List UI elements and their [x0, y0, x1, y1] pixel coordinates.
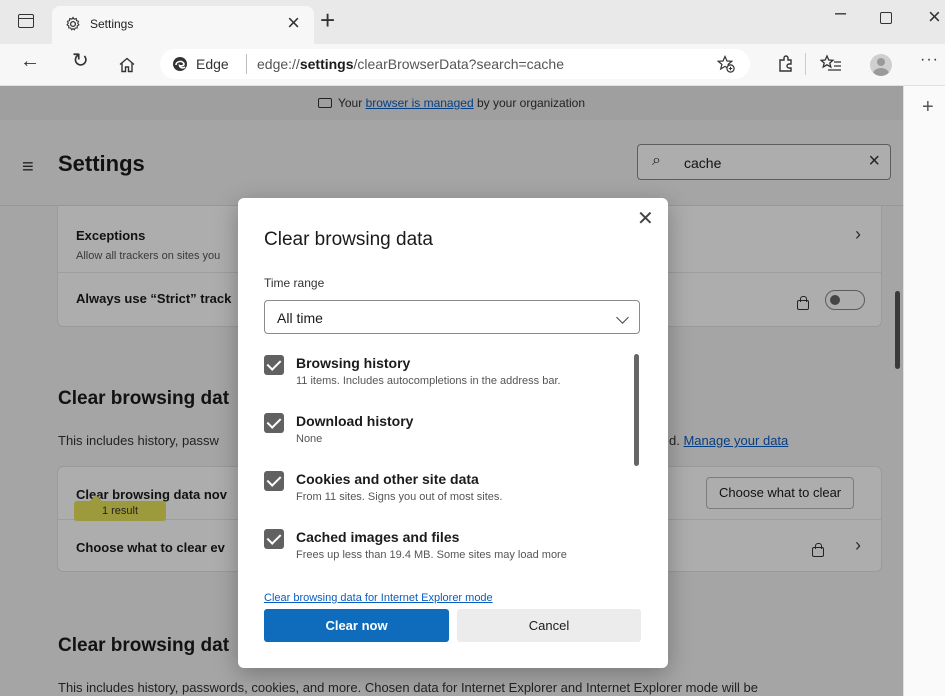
chevron-down-icon [616, 311, 629, 324]
add-favorite-icon[interactable] [717, 55, 735, 73]
edge-sidebar: + [903, 86, 945, 696]
option-title: Cached images and files [296, 529, 460, 545]
clear-now-button[interactable]: Clear now [264, 609, 449, 642]
checkbox-download-history[interactable] [264, 413, 284, 433]
add-sidebar-item-icon[interactable]: + [922, 96, 934, 119]
option-title: Browsing history [296, 355, 411, 371]
checkbox-cookies[interactable] [264, 471, 284, 491]
address-bar[interactable]: Edge edge://settings/clearBrowserData?se… [160, 49, 750, 79]
browser-toolbar: ← ↻ Edge edge://settings/clearBrowserDat… [0, 44, 945, 86]
address-brand: Edge [196, 56, 229, 72]
option-subtitle: Frees up less than 19.4 MB. Some sites m… [296, 549, 567, 561]
address-url[interactable]: edge://settings/clearBrowserData?search=… [257, 56, 564, 72]
back-icon[interactable]: ← [20, 51, 40, 71]
dialog-scrollbar[interactable] [634, 354, 639, 466]
refresh-icon[interactable]: ↻ [72, 51, 89, 71]
cancel-button[interactable]: Cancel [457, 609, 641, 642]
more-options-icon[interactable]: ··· [920, 52, 939, 68]
option-title: Download history [296, 413, 414, 429]
tab-title: Settings [90, 17, 134, 31]
option-subtitle: From 11 sites. Signs you out of most sit… [296, 491, 503, 503]
dialog-title: Clear browsing data [264, 229, 433, 250]
option-title: Cookies and other site data [296, 471, 479, 487]
new-tab-icon[interactable]: + [320, 5, 335, 36]
clear-ie-mode-link[interactable]: Clear browsing data for Internet Explore… [264, 592, 493, 604]
home-icon[interactable] [118, 56, 136, 74]
maximize-icon[interactable] [880, 12, 892, 24]
tab-close-icon[interactable]: × [287, 12, 300, 34]
gear-icon [66, 16, 80, 31]
minimize-icon[interactable]: – [835, 2, 846, 25]
time-range-value: All time [277, 310, 323, 326]
tab-actions-icon[interactable] [18, 14, 34, 28]
toolbar-separator [805, 53, 806, 75]
time-range-select[interactable]: All time [264, 300, 640, 334]
title-bar: Settings × + – × [0, 0, 945, 44]
checkbox-cached-images[interactable] [264, 529, 284, 549]
window-close-icon[interactable]: × [928, 4, 941, 30]
checkbox-browsing-history[interactable] [264, 355, 284, 375]
edge-logo-icon [173, 57, 187, 71]
favorites-icon[interactable] [820, 54, 842, 74]
profile-avatar[interactable] [870, 54, 892, 76]
dialog-close-icon[interactable]: ✕ [637, 206, 654, 231]
time-range-label: Time range [264, 276, 325, 290]
address-separator [246, 54, 247, 74]
tab-settings[interactable]: Settings × [52, 6, 314, 44]
option-subtitle: None [296, 433, 323, 445]
extensions-icon[interactable] [776, 54, 796, 74]
option-subtitle: 11 items. Includes autocompletions in th… [296, 375, 561, 387]
clear-browsing-data-dialog: ✕ Clear browsing data Time range All tim… [238, 198, 668, 668]
